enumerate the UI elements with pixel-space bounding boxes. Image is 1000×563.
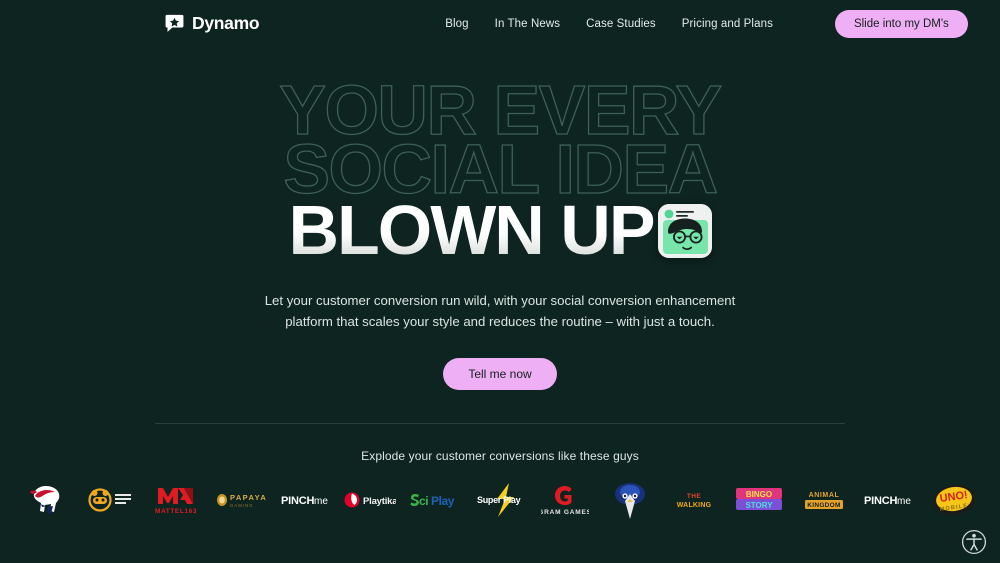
svg-text:me: me [897, 496, 911, 507]
client-logo-item[interactable]: MATTEL163 [144, 477, 209, 523]
page-title: YOUR EVERY SOCIAL IDEA BLOWN UP [0, 74, 1000, 270]
headline-line-3: BLOWN UP [288, 191, 655, 270]
headline-line-3-row: BLOWN UP [288, 191, 712, 270]
avatar-card-icon [657, 203, 712, 258]
elephant-logo [27, 483, 65, 517]
hero-cta-wrap: Tell me now [0, 358, 1000, 391]
section-divider [155, 423, 845, 425]
hero-subtitle-line-1: Let your customer conversion run wild, w… [264, 293, 736, 309]
svg-text:PINCH: PINCH [281, 495, 314, 507]
client-logo-item[interactable]: PINCH me [273, 477, 338, 523]
svg-text:Play: Play [503, 495, 521, 505]
site-header: Dynamo Blog In The News Case Studies Pri… [0, 0, 1000, 47]
speech-bubble-star-icon [164, 13, 185, 34]
brand-name: Dynamo [192, 13, 260, 33]
svg-text:Super: Super [477, 495, 502, 505]
nav-item-blog[interactable]: Blog [445, 18, 468, 30]
svg-text:GAMING: GAMING [230, 503, 254, 508]
client-logo-strip: MATTEL163 PAPAYA GAMING PINCH me Playtik… [0, 477, 1000, 523]
gram-games-logo: GRAM GAMES [541, 483, 589, 517]
sciplay-logo: ci Play [410, 491, 460, 509]
blue-character-logo [609, 480, 651, 520]
playtika-logo: Playtika [344, 491, 396, 509]
client-logo-item[interactable]: PINCH me [856, 477, 921, 523]
svg-text:ANIMAL: ANIMAL [809, 492, 840, 499]
svg-text:WALKING: WALKING [677, 502, 712, 509]
client-logo-item[interactable] [79, 477, 144, 523]
nav-item-pricing-and-plans[interactable]: Pricing and Plans [682, 18, 773, 30]
client-logo-item[interactable]: THE WALKING [662, 477, 727, 523]
hero-subtitle: Let your customer conversion run wild, w… [257, 291, 743, 333]
accessibility-icon[interactable] [961, 529, 987, 555]
svg-text:me: me [314, 496, 328, 507]
main-nav: Blog In The News Case Studies Pricing an… [445, 9, 968, 38]
colorful-title-logo: BINGO STORY [735, 486, 783, 514]
svg-text:KINGDOM: KINGDOM [807, 502, 841, 509]
animal-kingdom-logo: ANIMAL KINGDOM [801, 488, 847, 512]
svg-text:Playtika: Playtika [363, 496, 396, 507]
svg-text:GRAM GAMES: GRAM GAMES [541, 509, 589, 516]
papaya-logo: PAPAYA GAMING [215, 490, 267, 510]
clients-title: Explode your customer conversions like t… [361, 449, 639, 464]
hero-subtitle-line-2: platform that scales your style and redu… [285, 314, 715, 330]
svg-text:BINGO: BINGO [746, 490, 772, 499]
tell-me-now-button[interactable]: Tell me now [443, 358, 557, 391]
client-logo-item[interactable]: PAPAYA GAMING [208, 477, 273, 523]
client-logo-item[interactable] [597, 477, 662, 523]
superplay-logo: Super Play [473, 481, 527, 519]
client-logo-item[interactable]: UNO! MOBILE [921, 477, 986, 523]
mattel163-logo: MATTEL163 [154, 484, 198, 516]
client-logo-item[interactable] [14, 477, 79, 523]
svg-text:Play: Play [431, 494, 455, 508]
client-logo-item[interactable]: ci Play [403, 477, 468, 523]
client-logo-item[interactable]: BINGO STORY [727, 477, 792, 523]
svg-text:PAPAYA: PAPAYA [230, 493, 267, 502]
svg-text:STORY: STORY [746, 501, 774, 510]
nav-item-case-studies[interactable]: Case Studies [586, 18, 656, 30]
svg-text:PINCH: PINCH [864, 495, 897, 507]
svg-text:THE: THE [687, 493, 701, 500]
orange-title-logo: THE WALKING [671, 489, 717, 511]
slide-into-my-dms-button[interactable]: Slide into my DM's [834, 9, 968, 38]
client-logo-item[interactable]: Super Play [468, 477, 533, 523]
svg-text:MATTEL163: MATTEL163 [155, 508, 197, 515]
uno-mobile-logo: UNO! MOBILE [931, 483, 977, 517]
client-logo-item[interactable]: Playtika [338, 477, 403, 523]
brand-logo[interactable]: Dynamo [164, 13, 260, 34]
svg-text:ci: ci [419, 494, 428, 508]
client-logo-item[interactable]: ANIMAL KINGDOM [792, 477, 857, 523]
pinchme-logo-2: PINCH me [864, 492, 914, 508]
pinchme-logo: PINCH me [281, 492, 331, 508]
bear-badge-logo [88, 487, 134, 513]
client-logo-item[interactable]: GRAM GAMES [532, 477, 597, 523]
hero-section: YOUR EVERY SOCIAL IDEA BLOWN UP Let your… [0, 47, 1000, 391]
nav-item-in-the-news[interactable]: In The News [495, 18, 560, 30]
